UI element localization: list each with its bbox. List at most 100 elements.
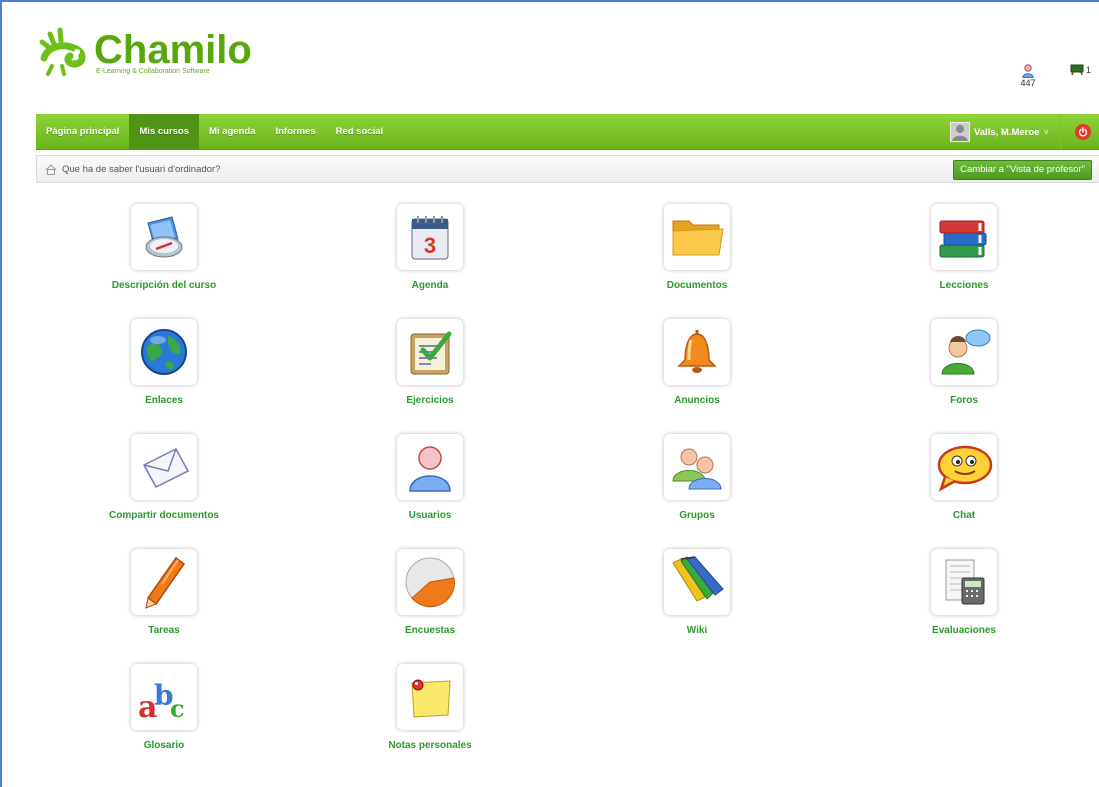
course-description-icon <box>145 216 183 258</box>
tool-icon-box <box>397 434 463 500</box>
tool-icon-box <box>931 204 997 270</box>
tool-label: Documentos <box>666 280 728 291</box>
logout-button[interactable] <box>1075 124 1091 140</box>
tool-users[interactable]: Usuarios <box>330 434 530 521</box>
dropbox-icon <box>142 448 190 488</box>
tool-label: Encuestas <box>404 625 456 636</box>
tool-icon-box: 3 <box>397 204 463 270</box>
tool-wiki[interactable]: Wiki <box>597 549 797 636</box>
tool-notebook[interactable]: Notas personales <box>330 664 530 751</box>
svg-text:c: c <box>170 694 185 723</box>
assignments-icon <box>145 556 186 609</box>
tool-label: Lecciones <box>939 280 989 291</box>
lessons-icon <box>939 220 987 258</box>
tool-label: Evaluaciones <box>932 625 996 636</box>
tool-course-description[interactable]: Descripción del curso <box>64 204 264 291</box>
tool-icon-box <box>131 549 197 615</box>
tool-icon-box <box>397 664 463 730</box>
online-users[interactable]: 447 <box>1018 64 1038 88</box>
tool-announcements[interactable]: Anuncios <box>597 319 797 406</box>
user-menu[interactable]: Valls, M.Meroe ˅ <box>949 120 1049 144</box>
tool-icon-box <box>931 434 997 500</box>
glossary-icon: a b c <box>138 679 185 723</box>
messages-indicator[interactable]: 1 <box>1070 64 1091 76</box>
chevron-down-icon: ˅ <box>1043 126 1049 138</box>
nav-reports[interactable]: Informes <box>265 114 325 150</box>
wiki-icon <box>672 556 724 602</box>
tool-label: Anuncios <box>674 395 720 406</box>
tool-gradebook[interactable]: Evaluaciones <box>864 549 1064 636</box>
online-user-icon <box>1022 64 1034 78</box>
tool-label: Usuarios <box>408 510 452 521</box>
exercises-icon <box>410 331 452 375</box>
surveys-icon <box>405 557 455 608</box>
logo-name: Chamilo <box>94 27 252 72</box>
tool-label: Enlaces <box>145 395 183 406</box>
tool-links[interactable]: Enlaces <box>64 319 264 406</box>
announcements-icon <box>677 330 717 373</box>
notebook-icon <box>411 679 451 718</box>
nav-social-network[interactable]: Red social <box>326 114 394 150</box>
tool-share-documents[interactable]: Compartir documentos <box>64 434 264 521</box>
tool-label: Chat <box>952 510 976 521</box>
nav-my-courses[interactable]: Mis cursos <box>129 113 200 150</box>
links-icon <box>141 329 187 375</box>
tool-label: Descripción del curso <box>111 280 217 291</box>
tool-icon-box <box>664 319 730 385</box>
main-navbar: Página principal Mis cursos Mi agenda In… <box>36 113 1099 150</box>
tool-icon-box <box>397 319 463 385</box>
chameleon-logo-icon <box>39 27 86 76</box>
tool-groups[interactable]: Grupos <box>597 434 797 521</box>
tool-agenda[interactable]: 3 Agenda <box>330 204 530 291</box>
tool-lessons[interactable]: Lecciones <box>864 204 1064 291</box>
online-users-count: 447 <box>1020 78 1036 88</box>
home-icon <box>45 163 57 175</box>
tool-label: Ejercicios <box>406 395 454 406</box>
nav-my-agenda[interactable]: Mi agenda <box>199 114 265 150</box>
tool-label: Glosario <box>143 740 185 751</box>
forums-icon <box>941 329 991 375</box>
breadcrumb: Que ha de saber l'usuari d'ordinador? Ca… <box>36 155 1099 183</box>
tool-label: Tareas <box>148 625 180 636</box>
power-icon <box>1078 127 1088 137</box>
tool-label: Notas personales <box>388 740 472 751</box>
page-frame: Chamilo E-Learning & Collaboration Softw… <box>0 0 1099 787</box>
chamilo-logo[interactable]: Chamilo E-Learning & Collaboration Softw… <box>34 24 252 80</box>
tool-forums[interactable]: Foros <box>864 319 1064 406</box>
tool-exercises[interactable]: Ejercicios <box>330 319 530 406</box>
documents-icon <box>672 220 724 256</box>
agenda-icon: 3 <box>411 216 449 260</box>
tool-assignments[interactable]: Tareas <box>64 549 264 636</box>
groups-icon <box>672 448 722 490</box>
nav-home[interactable]: Página principal <box>36 114 129 150</box>
tool-icon-box <box>664 434 730 500</box>
tool-icon-box <box>664 549 730 615</box>
tool-icon-box <box>931 549 997 615</box>
user-silhouette-icon <box>951 125 968 141</box>
tool-label: Grupos <box>679 510 715 521</box>
breadcrumb-course[interactable]: Que ha de saber l'usuari d'ordinador? <box>45 164 220 175</box>
tool-documents[interactable]: Documentos <box>597 204 797 291</box>
tool-chat[interactable]: Chat <box>864 434 1064 521</box>
svg-text:3: 3 <box>424 233 436 258</box>
course-title: Que ha de saber l'usuari d'ordinador? <box>62 163 221 175</box>
tool-icon-box <box>131 434 197 500</box>
chat-board-icon <box>1070 64 1084 76</box>
tool-icon-box <box>931 319 997 385</box>
chat-icon <box>937 445 993 492</box>
nav-divider <box>1060 114 1061 150</box>
tool-icon-box <box>397 549 463 615</box>
user-avatar <box>949 122 970 142</box>
tool-label: Compartir documentos <box>108 510 219 521</box>
tool-label: Agenda <box>411 280 449 291</box>
messages-count: 1 <box>1086 65 1092 75</box>
switch-to-teacher-view-button[interactable]: Cambiar a "Vista de profesor" <box>953 160 1092 180</box>
tool-label: Wiki <box>686 625 708 636</box>
tool-surveys[interactable]: Encuestas <box>330 549 530 636</box>
user-name: Valls, M.Meroe <box>973 126 1040 138</box>
tool-icon-box <box>131 319 197 385</box>
tool-glossary[interactable]: a b c Glosario <box>64 664 264 751</box>
tool-icon-box: a b c <box>131 664 197 730</box>
gradebook-icon <box>945 559 985 605</box>
tool-label: Foros <box>950 395 978 406</box>
